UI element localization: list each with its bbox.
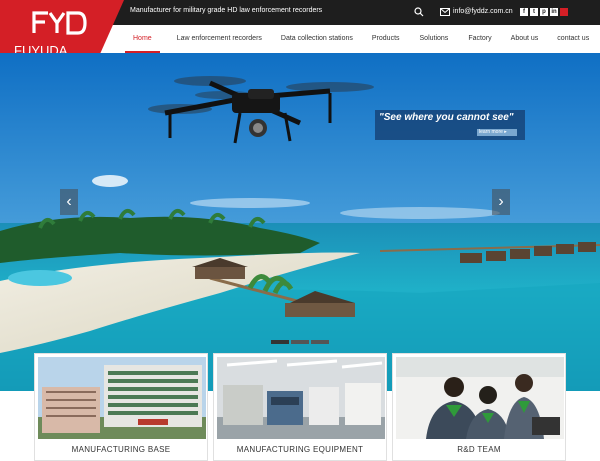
card-manufacturing-base[interactable]: MANUFACTURING BASE [34,353,208,461]
nav-solutions[interactable]: Solutions [420,25,449,53]
pinterest-icon[interactable]: p [540,8,548,16]
nav-about-us[interactable]: About us [511,25,539,53]
slogan-box: "See where you cannot see" learn more ▸ [375,110,525,140]
slide-indicators [271,340,329,344]
email-link[interactable]: info@fyddz.com.cn [453,8,513,15]
facebook-icon[interactable]: f [520,8,528,16]
next-slide-button[interactable]: › [492,189,510,215]
card-image [217,357,385,439]
prev-slide-button[interactable]: ‹ [60,189,78,215]
mail-icon [440,8,450,16]
card-image [396,357,564,439]
slide-dot[interactable] [271,340,289,344]
site-tagline: Manufacturer for military grade HD law e… [130,7,323,14]
nav-law-enforcement-recorders[interactable]: Law enforcement recorders [177,25,262,53]
nav-factory[interactable]: Factory [468,25,491,53]
hero-banner: "See where you cannot see" learn more ▸ … [0,53,600,391]
chevron-left-icon: ‹ [66,193,72,210]
card-caption: R&D TEAM [457,445,501,454]
search-icon[interactable] [414,7,424,17]
language-flag-icon[interactable] [560,8,568,16]
nav-contact-us[interactable]: contact us [557,25,589,53]
card-manufacturing-equipment[interactable]: MANUFACTURING EQUIPMENT [213,353,387,461]
nav-data-collection-stations[interactable]: Data collection stations [281,25,353,53]
nav-home[interactable]: Home [125,25,160,53]
learn-more-button[interactable]: learn more ▸ [477,129,517,136]
hero-slogan: "See where you cannot see" [379,112,514,123]
social-links: f t p in [520,8,568,16]
slide-dot[interactable] [311,340,329,344]
card-rd-team[interactable]: R&D TEAM [392,353,566,461]
card-image [38,357,206,439]
slide-dot[interactable] [291,340,309,344]
card-caption: MANUFACTURING EQUIPMENT [236,445,364,454]
card-caption: MANUFACTURING BASE [71,445,171,454]
main-nav: Home Law enforcement recorders Data coll… [124,25,600,53]
chevron-right-icon: › [498,193,504,210]
twitter-icon[interactable]: t [530,8,538,16]
feature-cards: MANUFACTURING BASE MANUFACTURING EQUIPME… [34,353,566,461]
nav-products[interactable]: Products [372,25,400,53]
linkedin-icon[interactable]: in [550,8,558,16]
